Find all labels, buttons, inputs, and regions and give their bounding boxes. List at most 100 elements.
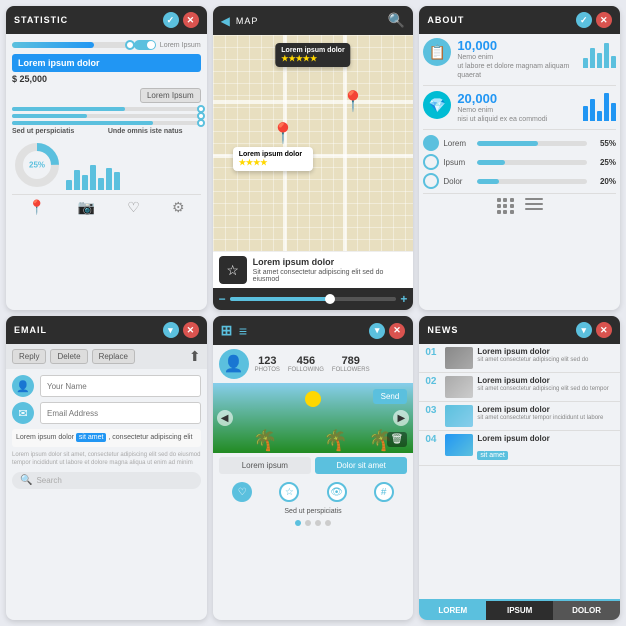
dot-2[interactable]	[305, 520, 311, 526]
about-check-btn[interactable]: ✓	[576, 12, 592, 28]
lorem-ipsum-btn[interactable]: Lorem ipsum	[219, 457, 311, 474]
progress-label-dolor: Dolor	[443, 177, 473, 186]
reply-button[interactable]: Reply	[12, 349, 46, 364]
toggle-1[interactable]	[134, 40, 156, 50]
email-footer-text: Lorem ipsum dolor sit amet, consectetur …	[12, 451, 201, 468]
map-header: ◀ MAP 🔍	[213, 6, 414, 35]
about-text-2: 20,000 Nemo enim nisi ut aliquid ex ea c…	[457, 91, 577, 124]
news-down-btn[interactable]: ▾	[576, 322, 592, 338]
statistic-close-btn[interactable]: ✕	[183, 12, 199, 28]
map-minus[interactable]: −	[219, 292, 226, 306]
gear-icon[interactable]: ⚙	[172, 199, 185, 216]
dolor-sit-btn[interactable]: Dolor sit amet	[315, 457, 407, 474]
stat-text-col-1: Sed ut perspiciatis	[12, 128, 105, 136]
slider-row-1	[12, 107, 201, 111]
map-grid	[213, 35, 414, 251]
name-input[interactable]	[40, 375, 201, 397]
email-down-btn[interactable]: ▾	[163, 322, 179, 338]
photos-num: 123	[255, 355, 280, 367]
delete-button[interactable]: Delete	[50, 349, 87, 364]
social-controls: ▾ ✕	[369, 323, 405, 339]
stat-col2-label: Unde omnis iste natus	[108, 128, 201, 135]
social-down-btn[interactable]: ▾	[369, 323, 385, 339]
email-field-row: ✉	[12, 402, 201, 424]
grid-menu-icon[interactable]: ⊞	[221, 322, 233, 339]
photo-next-btn[interactable]: ▶	[393, 410, 409, 426]
map-plus[interactable]: +	[400, 292, 407, 306]
news-close-btn[interactable]: ✕	[596, 322, 612, 338]
progress-circle-lorem	[423, 135, 439, 151]
photo-nav: ◀ ▶	[213, 410, 414, 426]
slider-track-2[interactable]	[12, 114, 201, 118]
social-action-row: Lorem ipsum Dolor sit amet	[213, 453, 414, 478]
heart-action-btn[interactable]: ♡	[232, 482, 252, 502]
map-area[interactable]: Lorem ipsum dolor ★★★★★ 📍 📍 Lorem ipsum …	[213, 35, 414, 251]
slider-track-1[interactable]	[12, 107, 201, 111]
list-menu-icon[interactable]: ≡	[239, 323, 248, 339]
map-callout-1: Lorem ipsum dolor ★★★★★	[275, 43, 350, 67]
list-lines-icon[interactable]	[525, 198, 543, 214]
email-icon: ✉	[12, 402, 34, 424]
about-content: 📋 10,000 Nemo enim ut labore et dolore m…	[419, 34, 620, 218]
upload-icon[interactable]: ⬆	[189, 348, 201, 365]
stat-text-col-2: Unde omnis iste natus	[108, 128, 201, 136]
dot-1[interactable]	[295, 520, 301, 526]
stat-col1-label: Sed ut perspiciatis	[12, 128, 105, 135]
camera-icon[interactable]: 📷	[78, 199, 95, 216]
news-controls: ▾ ✕	[576, 322, 612, 338]
progress-track-ipsum	[477, 160, 587, 165]
replace-button[interactable]: Replace	[92, 349, 135, 364]
tag-action-btn[interactable]: #	[374, 482, 394, 502]
location-icon[interactable]: 📍	[28, 199, 45, 216]
about-bar-1e	[611, 56, 616, 68]
search-icon: 🔍	[20, 475, 32, 486]
stat-main-text: Lorem ipsum dolor	[12, 54, 201, 72]
stat-bar-track-1[interactable]	[12, 42, 130, 48]
stat-button[interactable]: Lorem Ipsum	[140, 88, 201, 103]
send-button[interactable]: Send	[373, 389, 408, 404]
map-slider-track[interactable]	[230, 297, 397, 301]
news-ipsum-btn[interactable]: IPSUM	[486, 601, 553, 620]
map-card-title: Lorem ipsum dolor	[253, 257, 408, 267]
about-header: About ✓ ✕	[419, 6, 620, 34]
news-lorem-btn[interactable]: LOREM	[419, 601, 486, 620]
email-input[interactable]	[40, 402, 201, 424]
map-road-v-2	[343, 35, 347, 251]
about-chart-2	[583, 91, 616, 121]
social-close-btn[interactable]: ✕	[389, 323, 405, 339]
mini-bar-1	[66, 180, 72, 190]
heart-icon[interactable]: ♡	[127, 199, 140, 216]
about-title: About	[427, 15, 464, 25]
news-dolor-btn[interactable]: DOLOR	[553, 601, 620, 620]
about-row-1: 📋 10,000 Nemo enim ut labore et dolore m…	[423, 38, 616, 86]
grid-icon[interactable]	[497, 198, 515, 214]
dot-3[interactable]	[315, 520, 321, 526]
map-search-icon[interactable]: 🔍	[388, 12, 405, 29]
email-body: Lorem ipsum dolor sit amet , consectetur…	[12, 429, 201, 447]
mini-bar-4	[90, 165, 96, 190]
map-panel: ◀ MAP 🔍 Lorem ipsum dolor ★★★★★ 📍 📍 Lore…	[213, 6, 414, 310]
trash-icon[interactable]: 🗑	[387, 432, 408, 447]
news-item-2: 02 Lorem ipsum dolor sit amet consectetu…	[419, 373, 620, 402]
photo-prev-btn[interactable]: ◀	[217, 410, 233, 426]
photo-area: 🌴 🌴 🌴 ◀ ▶ Send 🗑	[213, 383, 414, 453]
mini-bar-3	[82, 175, 88, 190]
slider-row-3	[12, 121, 201, 125]
email-highlight: sit amet	[76, 433, 107, 442]
stars-1: ★★★★★	[281, 54, 344, 63]
social-icons-row: ♡ ☆ 👁 #	[213, 478, 414, 506]
statistic-check-btn[interactable]: ✓	[163, 12, 179, 28]
map-back-icon[interactable]: ◀	[221, 14, 230, 28]
stat-bottom: 25%	[12, 140, 201, 190]
dot-4[interactable]	[325, 520, 331, 526]
email-close-btn[interactable]: ✕	[183, 322, 199, 338]
about-nemo-1: Nemo enim	[457, 53, 577, 62]
followers-label: FOLLOWERS	[332, 367, 370, 373]
map-card-text: Lorem ipsum dolor Sit amet consectetur a…	[253, 257, 408, 283]
star-action-btn[interactable]: ☆	[279, 482, 299, 502]
slider-track-3[interactable]	[12, 121, 201, 125]
about-close-btn[interactable]: ✕	[596, 12, 612, 28]
email-search-row[interactable]: 🔍 Search	[12, 472, 201, 489]
eye-action-btn[interactable]: 👁	[327, 482, 347, 502]
news-title-2: Lorem ipsum dolor	[477, 376, 614, 385]
